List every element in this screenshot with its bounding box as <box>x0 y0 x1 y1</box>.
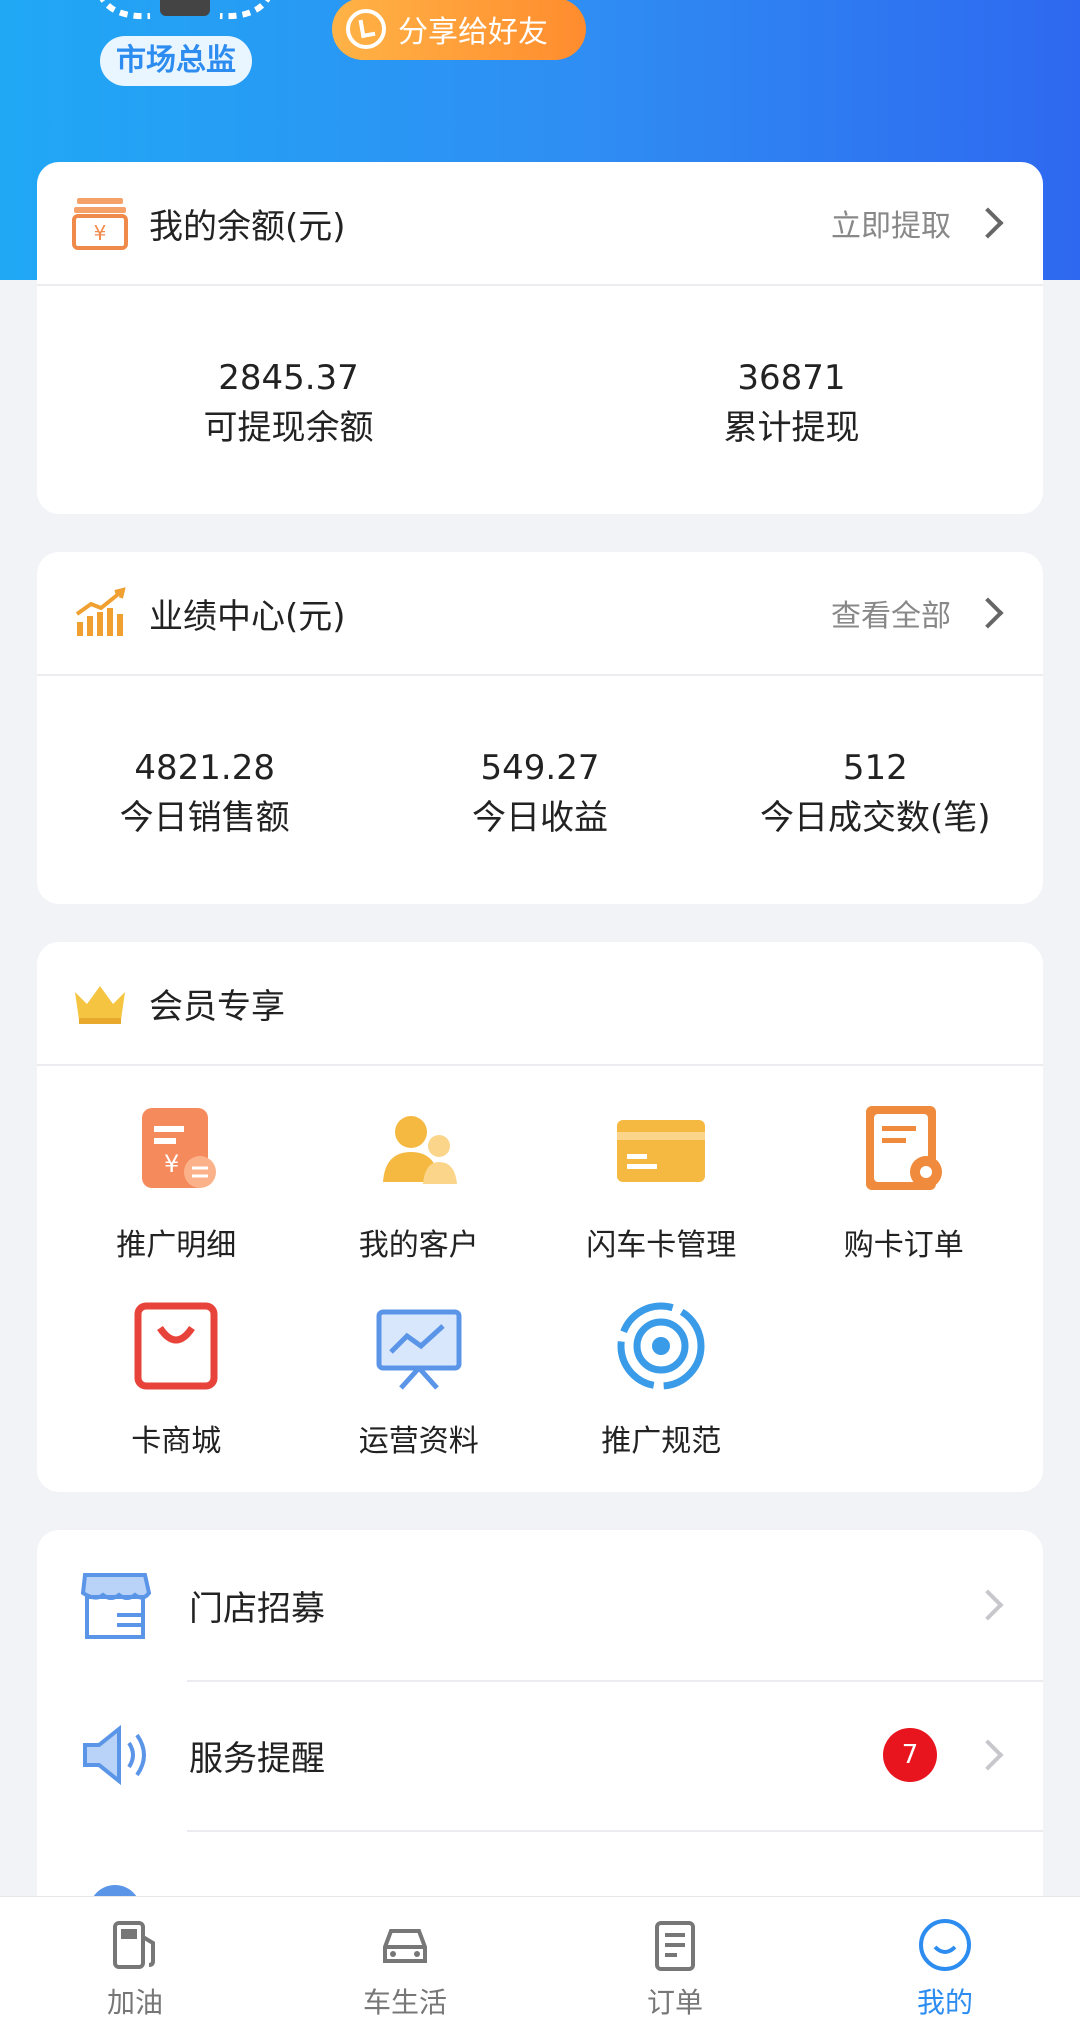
stat-value: 2845.37 <box>218 358 359 398</box>
grid-ops-materials[interactable]: 运营资料 <box>298 1298 541 1494</box>
stat-label: 可提现余额 <box>203 408 374 448</box>
view-all-link[interactable]: 查看全部 <box>831 591 951 635</box>
tab-mine[interactable]: 我的 <box>810 1897 1080 2026</box>
today-sales: 4821.28 今日销售额 <box>37 746 372 846</box>
tab-label: 车生活 <box>362 1986 447 2019</box>
performance-header[interactable]: 业绩中心(元) 查看全部 <box>37 552 1043 676</box>
share-button[interactable]: 分享给好友 <box>332 0 586 60</box>
grid-card-manage[interactable]: 闪车卡管理 <box>540 1102 783 1298</box>
member-header: 会员专享 <box>37 942 1043 1066</box>
notification-badge: 7 <box>883 1728 937 1782</box>
balance-title: 我的余额(元) <box>149 206 346 247</box>
member-card: 会员专享 ¥ 推广明细 我的客户 闪车卡管理 购卡订单 卡商城 运营资料 推广规… <box>37 942 1043 1492</box>
grid-my-customers[interactable]: 我的客户 <box>298 1102 541 1298</box>
target-icon <box>617 1302 705 1390</box>
grid-label: 卡商城 <box>131 1424 222 1459</box>
balance-header[interactable]: ¥ 我的余额(元) 立即提取 <box>37 162 1043 286</box>
stat-value: 512 <box>842 748 908 788</box>
car-icon <box>383 1929 427 1963</box>
member-title: 会员专享 <box>149 986 285 1027</box>
share-label: 分享给好友 <box>398 15 548 50</box>
customers-icon <box>382 1116 457 1184</box>
grid-label: 推广明细 <box>116 1228 237 1263</box>
performance-title: 业绩中心(元) <box>149 596 346 637</box>
chevron-right-icon <box>972 207 1004 239</box>
grid-label: 运营资料 <box>358 1424 479 1459</box>
chevron-right-icon <box>972 1739 1004 1771</box>
level-badge: 市场总监 <box>100 36 252 86</box>
tab-label: 我的 <box>916 1986 973 2019</box>
grid-promo-detail[interactable]: ¥ 推广明细 <box>55 1102 298 1298</box>
svg-text:¥: ¥ <box>94 221 107 245</box>
order-icon <box>655 1921 695 1971</box>
shopping-bag-icon <box>134 1302 218 1390</box>
stat-value: 36871 <box>737 358 846 398</box>
tab-label: 订单 <box>646 1986 703 2019</box>
total-withdrawn: 36871 累计提现 <box>540 356 1043 456</box>
chevron-right-icon <box>972 1589 1004 1621</box>
chevron-right-icon <box>972 597 1004 629</box>
list-card: 门店招募 服务提醒 7 <box>37 1530 1043 1950</box>
tab-label: 加油 <box>106 1986 163 2019</box>
stat-value: 4821.28 <box>134 748 275 788</box>
crown-icon <box>75 986 125 1024</box>
svg-text:¥: ¥ <box>164 1150 179 1178</box>
store-icon <box>80 1573 152 1639</box>
grid-card-mall[interactable]: 卡商城 <box>55 1298 298 1494</box>
card-manage-icon <box>617 1120 706 1182</box>
stat-label: 今日收益 <box>471 798 608 838</box>
today-deals: 512 今日成交数(笔) <box>708 746 1043 846</box>
stat-label: 今日成交数(笔) <box>760 798 991 838</box>
grid-label: 购卡订单 <box>843 1228 964 1263</box>
today-earnings: 549.27 今日收益 <box>372 746 707 846</box>
share-icon <box>346 9 386 49</box>
chart-bars-icon <box>75 587 126 636</box>
avatar-wreath-icon <box>99 0 271 20</box>
row-store-recruit[interactable]: 门店招募 <box>37 1530 1043 1680</box>
grid-label: 我的客户 <box>358 1228 479 1263</box>
speaker-icon <box>83 1724 146 1786</box>
stat-value: 549.27 <box>480 748 600 788</box>
withdrawable-balance: 2845.37 可提现余额 <box>37 356 540 456</box>
balance-card: ¥ 我的余额(元) 立即提取 2845.37 可提现余额 36871 累计提现 <box>37 162 1043 514</box>
row-service-reminder[interactable]: 服务提醒 7 <box>37 1680 1043 1830</box>
smile-icon <box>919 1919 971 1971</box>
grid-card-orders[interactable]: 购卡订单 <box>783 1102 1026 1298</box>
tab-fuel[interactable]: 加油 <box>0 1897 270 2026</box>
stat-label: 今日销售额 <box>119 798 290 838</box>
tab-orders[interactable]: 订单 <box>540 1897 810 2026</box>
tab-car-life[interactable]: 车生活 <box>270 1897 540 2026</box>
grid-label: 推广规范 <box>601 1424 722 1459</box>
stat-label: 累计提现 <box>723 408 860 448</box>
grid-promo-rules[interactable]: 推广规范 <box>540 1298 783 1494</box>
row-label: 服务提醒 <box>189 1738 325 1779</box>
row-label: 门店招募 <box>189 1588 325 1629</box>
fuel-icon <box>113 1921 155 1969</box>
promo-detail-icon: ¥ <box>142 1108 217 1188</box>
withdraw-link[interactable]: 立即提取 <box>831 201 951 245</box>
performance-card: 业绩中心(元) 查看全部 4821.28 今日销售额 549.27 今日收益 5… <box>37 552 1043 904</box>
grid-label: 闪车卡管理 <box>586 1228 737 1263</box>
presentation-icon <box>376 1309 462 1390</box>
bottom-tab-bar: 加油 车生活 订单 我的 <box>0 1896 1080 2026</box>
wallet-icon: ¥ <box>72 198 128 250</box>
card-order-icon <box>865 1106 942 1190</box>
